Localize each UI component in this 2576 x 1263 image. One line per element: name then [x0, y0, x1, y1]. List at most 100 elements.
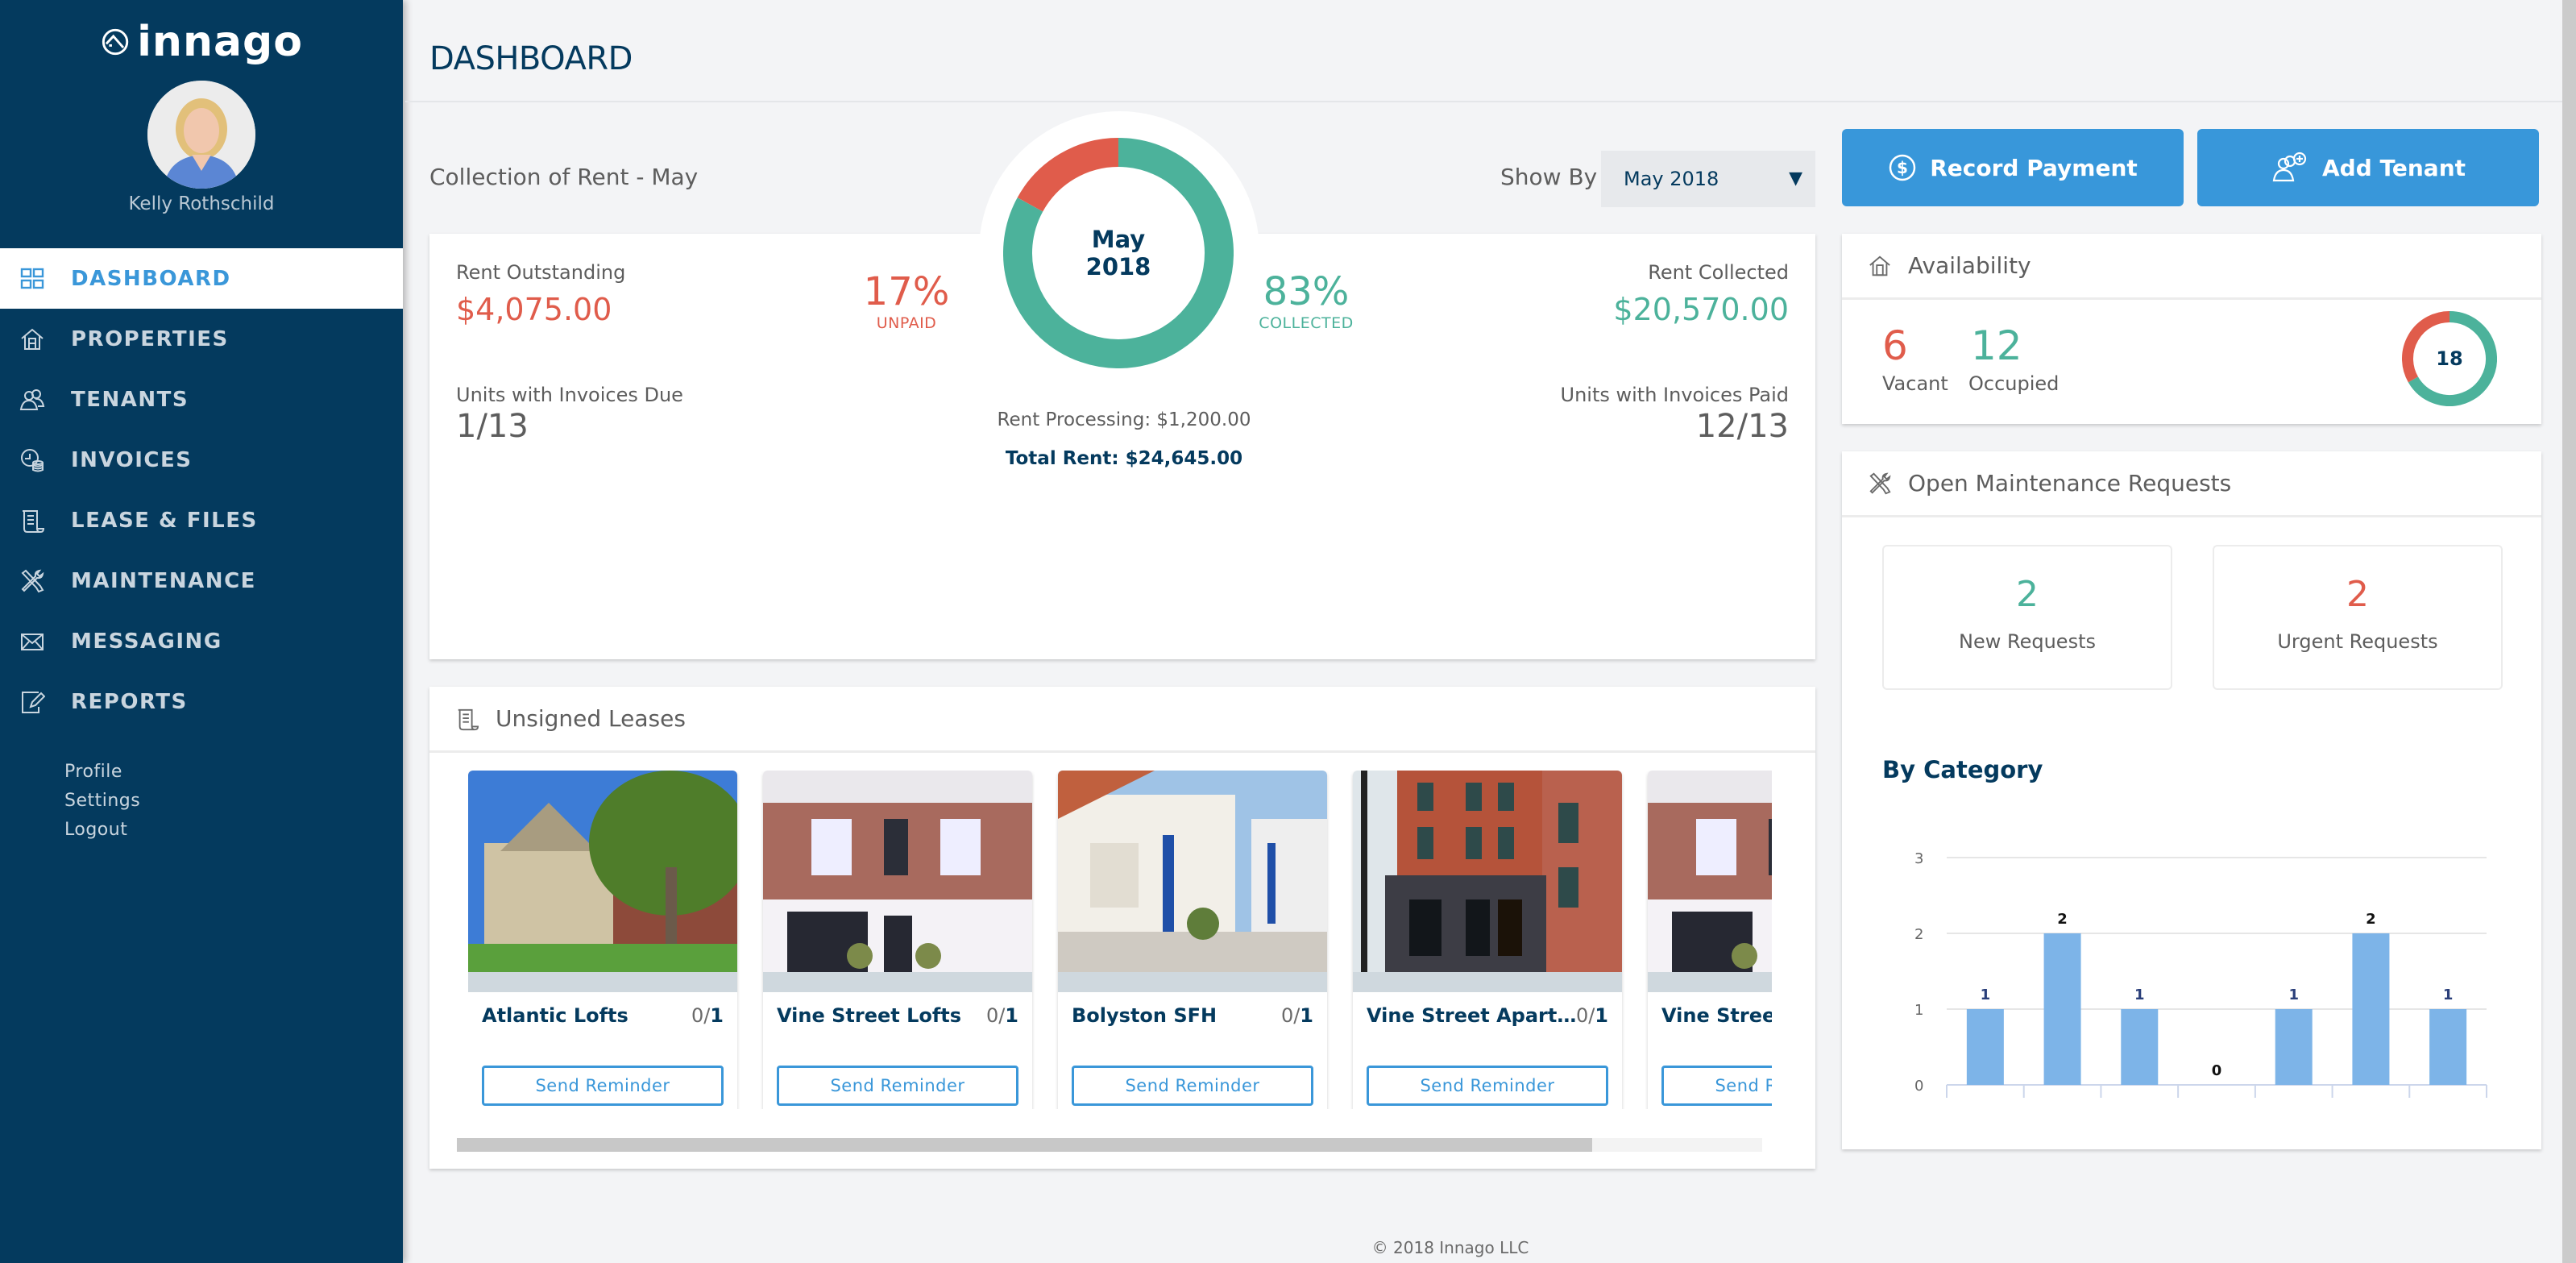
sidebar-item-lease-files[interactable]: LEASE & FILES	[0, 490, 403, 550]
settings-link[interactable]: Settings	[64, 787, 140, 816]
property-photo	[1648, 771, 1772, 972]
show-by-select[interactable]: May 2018 ▼	[1601, 151, 1815, 207]
record-payment-button[interactable]: $ Record Payment	[1842, 129, 2184, 206]
lease-property-name: Bolyston SFH	[1072, 1004, 1217, 1027]
brand-logo[interactable]: innago	[102, 16, 303, 68]
donut-center-label: May 2018	[1003, 138, 1234, 368]
y-tick-label: 0	[1914, 1078, 1923, 1095]
property-photo	[763, 771, 1032, 972]
rent-collected-value: $20,570.00	[1613, 292, 1789, 327]
bar[interactable]	[2275, 1009, 2313, 1085]
lease-item[interactable]: Vine Street Lofts 0/1 Send Reminder	[763, 771, 1032, 1109]
y-tick-label: 2	[1914, 926, 1923, 943]
sidebar-item-label: REPORTS	[71, 689, 188, 714]
maintenance-card: Open Maintenance Requests 2 New Requests…	[1842, 451, 2541, 1149]
unsigned-leases-header: Unsigned Leases	[429, 687, 1815, 753]
property-photo	[468, 771, 737, 972]
maintenance-title: Open Maintenance Requests	[1908, 470, 2232, 496]
sidebar-item-maintenance[interactable]: MAINTENANCE	[0, 550, 403, 611]
sidebar-item-reports[interactable]: REPORTS	[0, 671, 403, 732]
brand-name: innago	[137, 18, 303, 66]
lease-horizontal-scrollbar[interactable]	[457, 1138, 1762, 1152]
bar[interactable]	[2352, 933, 2390, 1085]
vacant-label: Vacant	[1882, 372, 1948, 395]
lease-item[interactable]: Atlantic Lofts 0/1 Send Reminder	[468, 771, 737, 1109]
availability-card: Availability 6 Vacant 12 Occupied 18	[1842, 234, 2541, 424]
urgent-requests-label: Urgent Requests	[2277, 630, 2438, 653]
collected-percent: 83%	[1263, 269, 1350, 314]
edit-report-icon	[19, 689, 45, 715]
profile-link[interactable]: Profile	[64, 758, 140, 787]
sidebar-item-label: INVOICES	[71, 447, 193, 472]
bar-value-label: 1	[1981, 987, 1991, 1003]
scroll-icon	[455, 707, 479, 731]
add-user-icon	[2272, 152, 2307, 182]
units-paid-value: 12/13	[1695, 408, 1789, 445]
urgent-requests-box[interactable]: 2 Urgent Requests	[2213, 545, 2503, 690]
rent-collected-label: Rent Collected	[1648, 261, 1789, 284]
footer-copyright: © 2018 Innago LLC	[1371, 1238, 1529, 1257]
new-requests-box[interactable]: 2 New Requests	[1882, 545, 2172, 690]
scrollbar-thumb[interactable]	[457, 1138, 1593, 1152]
add-tenant-label: Add Tenant	[2321, 154, 2466, 181]
send-reminder-button[interactable]: Send Reminder	[1367, 1066, 1608, 1106]
maintenance-header: Open Maintenance Requests	[1842, 451, 2541, 517]
rent-outstanding-label: Rent Outstanding	[456, 261, 626, 284]
add-tenant-button[interactable]: Add Tenant	[2197, 129, 2539, 206]
sidebar-nav: DASHBOARD PROPERTIES TENANTS INVOICES LE…	[0, 248, 403, 732]
lease-carousel[interactable]: Atlantic Lofts 0/1 Send Reminder Vine St…	[468, 771, 1772, 1109]
availability-header: Availability	[1842, 234, 2541, 300]
property-photo	[1353, 771, 1622, 972]
lease-item[interactable]: Vine Street Apart… 0/1 Send Reminder	[1353, 771, 1622, 1109]
avatar[interactable]	[147, 81, 255, 189]
lease-item[interactable]: Bolyston SFH 0/1 Send Reminder	[1058, 771, 1327, 1109]
house-icon	[19, 326, 45, 352]
show-by-label: Show By	[1500, 164, 1598, 190]
sidebar-item-properties[interactable]: PROPERTIES	[0, 309, 403, 369]
lease-property-name: Vine Street Apart…	[1367, 1004, 1577, 1027]
occupied-count: 12	[1971, 322, 2022, 369]
logout-link[interactable]: Logout	[64, 816, 140, 845]
bar[interactable]	[1966, 1009, 2004, 1085]
occupied-label: Occupied	[1968, 372, 2060, 395]
page-vertical-scrollbar[interactable]	[2562, 0, 2576, 1263]
sidebar-item-label: DASHBOARD	[71, 266, 231, 291]
send-reminder-button[interactable]: Send Reminder	[482, 1066, 724, 1106]
send-reminder-button[interactable]: Send Reminder	[1661, 1066, 1772, 1106]
units-paid-label: Units with Invoices Paid	[1560, 384, 1789, 406]
unpaid-label: UNPAID	[876, 314, 937, 332]
by-category-title: By Category	[1882, 756, 2043, 783]
send-reminder-button[interactable]: Send Reminder	[777, 1066, 1018, 1106]
bar[interactable]	[2429, 1009, 2467, 1085]
show-by-value: May 2018	[1624, 168, 1719, 190]
bar-value-label: 1	[2443, 987, 2454, 1003]
sidebar: innago Kelly Rothschild DASHBOARD PROPER…	[0, 0, 403, 1263]
sidebar-item-tenants[interactable]: TENANTS	[0, 369, 403, 430]
lease-property-name: Atlantic Lofts	[482, 1004, 628, 1027]
collection-title: Collection of Rent - May	[429, 164, 699, 190]
bar-value-label: 0	[2212, 1062, 2222, 1079]
y-tick-label: 3	[1914, 850, 1923, 867]
y-tick-label: 1	[1914, 1002, 1923, 1019]
avatar-photo	[147, 81, 255, 189]
lease-item[interactable]: Vine Street Lofts 0/1 Send Reminder	[1648, 771, 1772, 1109]
total-rent: Total Rent: $24,645.00	[1005, 448, 1243, 469]
house-icon	[1868, 254, 1892, 278]
record-payment-label: Record Payment	[1930, 154, 2138, 181]
bar[interactable]	[2121, 1009, 2159, 1085]
lease-signed-count: 0/1	[985, 1004, 1018, 1027]
caret-down-icon: ▼	[1789, 168, 1802, 189]
sidebar-item-label: MESSAGING	[71, 629, 222, 654]
availability-title: Availability	[1908, 252, 2031, 279]
lease-signed-count: 0/1	[1280, 1004, 1313, 1027]
vacant-count: 6	[1882, 322, 1908, 369]
donut-year: 2018	[1085, 253, 1151, 280]
donut-month: May	[1091, 226, 1146, 253]
sidebar-item-messaging[interactable]: MESSAGING	[0, 611, 403, 671]
header-divider	[405, 101, 2562, 102]
send-reminder-button[interactable]: Send Reminder	[1072, 1066, 1313, 1106]
property-photo	[1058, 771, 1327, 972]
sidebar-item-dashboard[interactable]: DASHBOARD	[0, 248, 403, 309]
bar[interactable]	[2043, 933, 2081, 1085]
sidebar-item-invoices[interactable]: INVOICES	[0, 430, 403, 490]
